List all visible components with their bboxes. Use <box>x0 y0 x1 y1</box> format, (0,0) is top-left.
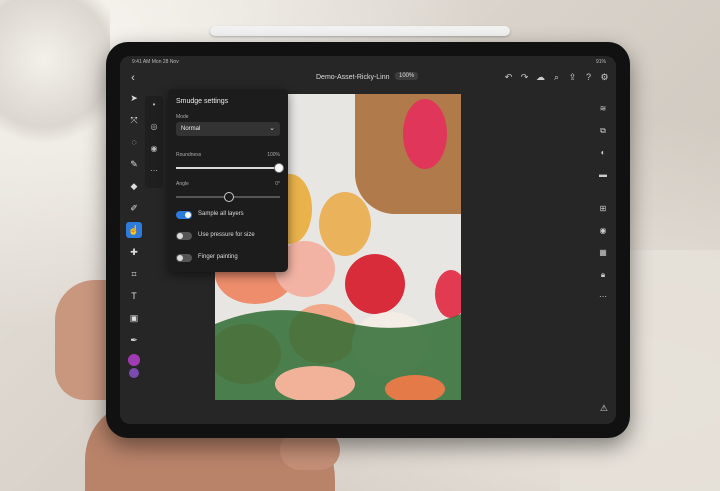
toggle-label: Sample all layers <box>198 211 244 217</box>
undo-icon[interactable]: ↶ <box>503 72 514 83</box>
layers-bar: ≋ ⧉ ◐ ▬ ⊞ ◉ ▦ 🔒︎ ⋯ <box>596 102 610 402</box>
primary-color-swatch[interactable] <box>128 354 140 366</box>
chevron-left-icon[interactable]: ‹ <box>126 71 140 85</box>
more-icon[interactable]: ⋯ <box>596 290 610 304</box>
move-icon[interactable]: ➤ <box>126 90 142 106</box>
redo-icon[interactable]: ↷ <box>519 72 530 83</box>
status-clock: 9:41 AM <box>132 59 151 65</box>
share-icon[interactable]: ⇪ <box>567 72 578 83</box>
status-bar: 9:41 AM Mon 28 Nov 91% <box>120 56 616 68</box>
edge-tulip <box>435 270 461 318</box>
background-plant <box>0 0 110 150</box>
image-icon[interactable]: ▣ <box>126 310 142 326</box>
adjust-icon[interactable]: ⧉ <box>596 124 610 138</box>
help-icon[interactable]: ? <box>583 72 594 83</box>
brush-more-icon[interactable]: ⋯ <box>145 162 163 180</box>
top-actions: ↶ ↷ ☁ ⌕ ⇪ ? ⚙ <box>503 72 610 83</box>
tool-bar: ➤ ⤧ ◌ ✎ ◆ ✐ ☝ ✚ ⌗ T ▣ ✒ <box>126 90 142 390</box>
eraser-icon[interactable]: ✐ <box>126 200 142 216</box>
add-layer-icon[interactable]: ⊞ <box>596 202 610 216</box>
transform-icon[interactable]: ⤧ <box>126 112 142 128</box>
toggle-knob <box>177 255 183 261</box>
warning-icon[interactable]: ⚠ <box>600 403 608 414</box>
angle-value: 0° <box>275 181 280 187</box>
chevron-down-icon: ⌄ <box>269 125 275 132</box>
mode-value: Normal <box>181 126 201 132</box>
zoom-level[interactable]: 100% <box>395 72 419 80</box>
search-icon[interactable]: ⌕ <box>551 72 562 83</box>
panel-title: Smudge settings <box>176 98 229 105</box>
toggle-row-sample-all-layers[interactable]: Sample all layers <box>176 211 286 221</box>
roundness-label: Roundness <box>176 152 202 158</box>
red-tulip-center <box>345 254 405 314</box>
stylus-pencil <box>210 26 510 36</box>
smudge-icon[interactable]: ☝ <box>126 222 142 238</box>
brush-opacity-icon[interactable]: ◉ <box>145 140 163 158</box>
toggle-row-finger-painting[interactable]: Finger painting <box>176 254 286 264</box>
tablet-device: 9:41 AM Mon 28 Nov 91% ‹ Demo-Asset-Rick… <box>106 42 630 438</box>
secondary-color-swatch[interactable] <box>129 368 139 378</box>
red-tulip <box>403 99 447 169</box>
brush-hardness-icon[interactable]: ◎ <box>145 118 163 136</box>
orange-tulip <box>319 192 371 256</box>
mask-icon[interactable]: ◐ <box>596 146 610 160</box>
clone-icon[interactable]: ✚ <box>126 244 142 260</box>
toggle-knob <box>185 212 191 218</box>
layers-icon[interactable]: ≋ <box>596 102 610 116</box>
brush-size-icon[interactable]: • <box>145 96 163 114</box>
layer-properties-icon[interactable]: ▦ <box>596 246 610 260</box>
roundness-value: 100% <box>267 152 280 158</box>
finger-painting-toggle[interactable] <box>176 254 192 262</box>
app-screen: 9:41 AM Mon 28 Nov 91% ‹ Demo-Asset-Rick… <box>120 56 616 424</box>
document-title[interactable]: Demo-Asset-Ricky-Linn <box>316 74 390 81</box>
comment-icon[interactable]: ▬ <box>596 168 610 182</box>
fill-icon[interactable]: ◆ <box>126 178 142 194</box>
roundness-slider-fill <box>176 167 278 169</box>
lasso-icon[interactable]: ◌ <box>126 134 142 150</box>
mode-dropdown[interactable]: Normal ⌄ <box>176 122 280 136</box>
top-toolbar: ‹ Demo-Asset-Ricky-Linn 100% ↶ ↷ ☁ ⌕ ⇪ ?… <box>120 68 616 88</box>
angle-label: Angle <box>176 181 189 187</box>
brush-options-bar: • ◎ ◉ ⋯ <box>145 96 163 188</box>
settings-icon[interactable]: ⚙ <box>599 72 610 83</box>
toggle-label: Use pressure for size <box>198 232 255 238</box>
toggle-knob <box>177 233 183 239</box>
text-icon[interactable]: T <box>126 288 142 304</box>
toggle-row-use-pressure[interactable]: Use pressure for size <box>176 232 286 242</box>
status-time: 9:41 AM Mon 28 Nov <box>132 59 179 65</box>
sample-all-layers-toggle[interactable] <box>176 211 192 219</box>
lock-icon[interactable]: 🔒︎ <box>596 268 610 282</box>
visibility-icon[interactable]: ◉ <box>596 224 610 238</box>
angle-slider-handle[interactable] <box>224 192 234 202</box>
smudge-settings-panel: Smudge settings Mode Normal ⌄ Roundness … <box>168 89 288 272</box>
status-battery: 91% <box>595 59 606 65</box>
toggle-label: Finger painting <box>198 254 238 260</box>
mode-label: Mode <box>176 114 189 120</box>
use-pressure-toggle[interactable] <box>176 232 192 240</box>
status-date: Mon 28 Nov <box>151 59 179 65</box>
crop-icon[interactable]: ⌗ <box>126 266 142 282</box>
cloud-icon[interactable]: ☁ <box>535 72 546 83</box>
brush-icon[interactable]: ✎ <box>126 156 142 172</box>
eyedropper-icon[interactable]: ✒ <box>126 332 142 348</box>
roundness-slider-handle[interactable] <box>274 163 284 173</box>
